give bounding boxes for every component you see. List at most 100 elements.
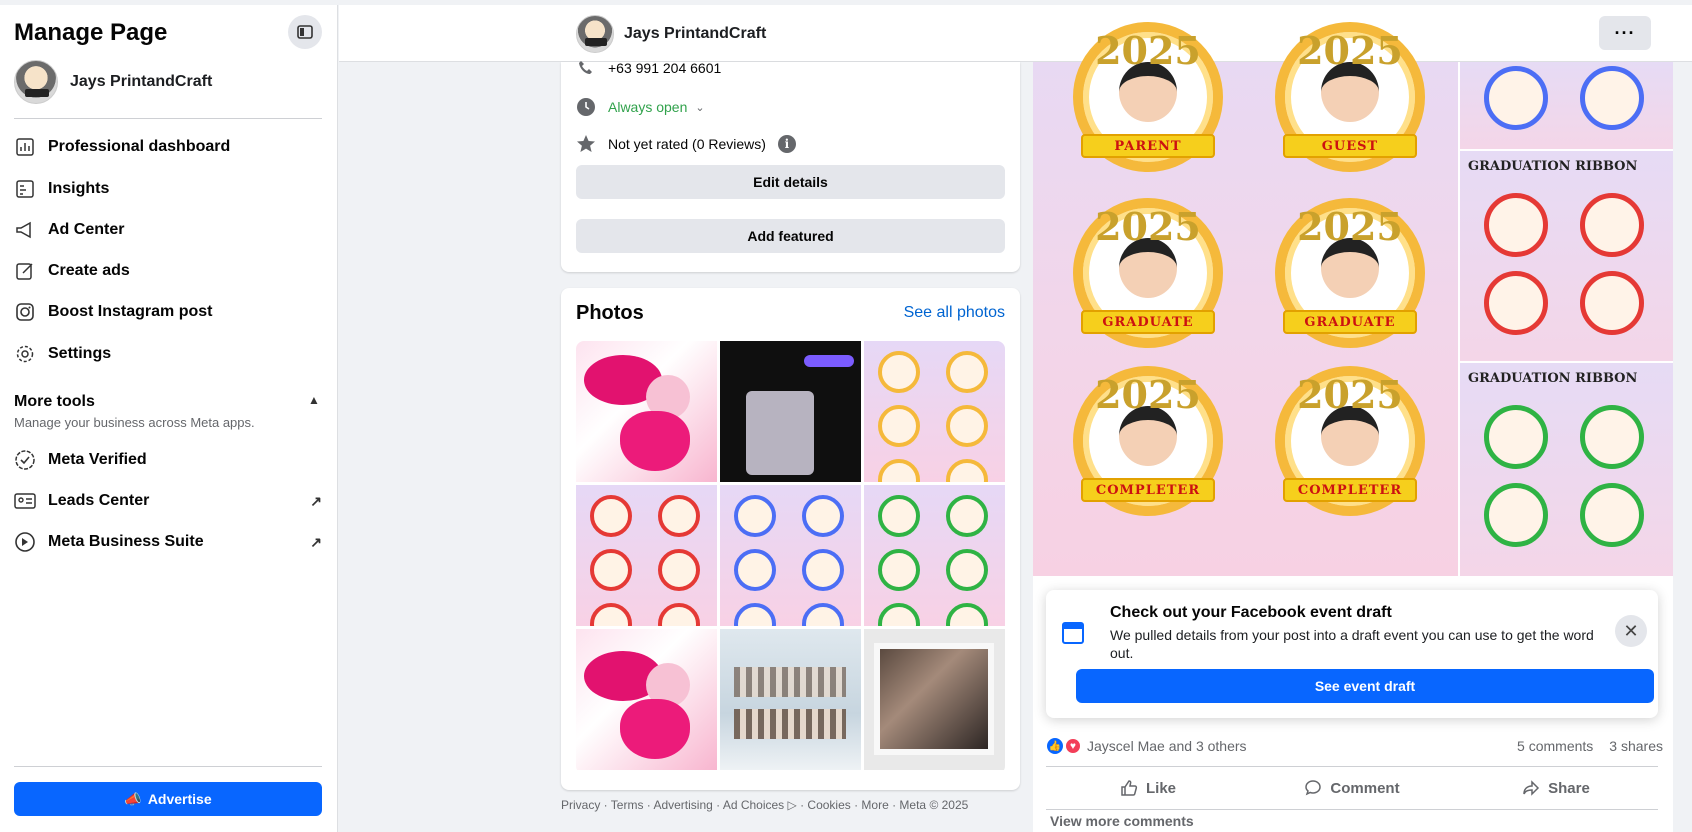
comment-icon xyxy=(1305,780,1322,796)
phone-number: +63 991 204 6601 xyxy=(608,60,722,76)
like-button[interactable]: Like xyxy=(1046,767,1250,809)
sidebar-item-insights[interactable]: Insights xyxy=(14,178,322,200)
reactions-summary[interactable]: 👍 ♥ Jayscel Mae and 3 others xyxy=(1047,738,1247,754)
badge-sheet-image: 2025 PARENT 2025 GUEST 2025 GRADUATE 2025 GR… xyxy=(1033,22,1458,576)
insights-icon xyxy=(14,178,36,200)
sidebar-item-meta-verified[interactable]: Meta Verified xyxy=(14,449,322,471)
header-page-link[interactable]: Jays PrintandCraft xyxy=(576,15,766,53)
more-tools-subtitle: Manage your business across Meta apps. xyxy=(14,415,255,430)
sidebar-item-settings[interactable]: Settings xyxy=(14,343,322,365)
tile-caption: GRADUATION RIBBON xyxy=(1468,159,1638,174)
sidebar-item-create-ads[interactable]: Create ads xyxy=(14,260,322,282)
hours-status: Always open xyxy=(608,99,688,115)
dashboard-icon xyxy=(14,136,36,158)
rating-row: Not yet rated (0 Reviews) i xyxy=(576,134,796,154)
hours-row[interactable]: Always open ⌄ xyxy=(576,97,705,117)
post: 2025 PARENT 2025 GUEST 2025 GRADUATE 2025 GR… xyxy=(1033,22,1673,832)
chevron-up-icon[interactable]: ▲ xyxy=(308,393,320,407)
megaphone-icon xyxy=(14,219,36,241)
event-description: We pulled details from your post into a … xyxy=(1110,627,1594,661)
photo-thumbnail[interactable] xyxy=(576,629,717,770)
close-icon[interactable]: ✕ xyxy=(1615,615,1647,647)
phone-icon xyxy=(576,58,596,78)
sidebar-item-boost-instagram[interactable]: Boost Instagram post xyxy=(14,301,322,323)
shares-count[interactable]: 3 shares xyxy=(1609,738,1663,754)
comment-button[interactable]: Comment xyxy=(1250,767,1454,809)
footer-links[interactable]: Privacy · Terms · Advertising · Ad Choic… xyxy=(561,798,968,812)
photo-thumbnail[interactable] xyxy=(576,485,717,626)
post-stats: 5 comments 3 shares xyxy=(1517,738,1663,754)
sidebar-item-label: Meta Verified xyxy=(48,451,147,468)
rating-text: Not yet rated (0 Reviews) xyxy=(608,136,766,152)
sidebar-item-leads-center[interactable]: Leads Center ↗ xyxy=(14,490,322,512)
add-featured-button[interactable]: Add featured xyxy=(576,219,1005,253)
comments-count[interactable]: 5 comments xyxy=(1517,738,1593,754)
sidebar-item-professional-dashboard[interactable]: Professional dashboard xyxy=(14,136,322,158)
sidebar-item-label: Ad Center xyxy=(48,221,125,238)
sidebar: Manage Page Jays PrintandCraft Professio… xyxy=(0,5,338,832)
see-all-photos-link[interactable]: See all photos xyxy=(904,304,1005,322)
more-tools-heading[interactable]: More tools xyxy=(14,393,95,411)
sidebar-item-label: Meta Business Suite xyxy=(48,533,204,550)
external-link-icon: ↗ xyxy=(310,492,322,509)
photo-thumbnail[interactable] xyxy=(720,341,861,482)
page-avatar xyxy=(14,60,58,104)
share-label: Share xyxy=(1548,779,1590,797)
photo-thumbnail[interactable] xyxy=(864,485,1005,626)
star-icon xyxy=(576,134,596,154)
advertise-button[interactable]: 📣 Advertise xyxy=(14,782,322,816)
business-suite-icon xyxy=(14,531,36,553)
tile-caption: GRADUATION RIBBON xyxy=(1468,371,1638,386)
see-event-draft-button[interactable]: See event draft xyxy=(1076,669,1654,703)
photo-grid xyxy=(576,341,1005,774)
contact-card-icon xyxy=(14,490,36,512)
advertise-label: Advertise xyxy=(147,791,212,807)
page-header: Jays PrintandCraft ··· xyxy=(339,5,1692,62)
divider xyxy=(14,766,322,767)
collage-right-column: GRADUATION RIBBON GRADUATION RIBBON xyxy=(1460,62,1673,576)
like-reaction-icon: 👍 xyxy=(1047,738,1063,754)
thumbs-up-icon xyxy=(1121,780,1138,796)
view-more-comments-link[interactable]: View more comments xyxy=(1050,813,1194,829)
sidebar-page-link[interactable]: Jays PrintandCraft xyxy=(14,60,212,104)
comment-label: Comment xyxy=(1330,779,1400,797)
photos-title: Photos xyxy=(576,302,644,324)
calendar-icon xyxy=(1062,622,1084,644)
reactions-text: Jayscel Mae and 3 others xyxy=(1087,738,1247,754)
red-ribbon-tile: GRADUATION RIBBON xyxy=(1460,151,1673,361)
intro-card: +63 991 204 6601 Always open ⌄ Not yet r… xyxy=(561,60,1020,272)
photo-thumbnail[interactable] xyxy=(720,629,861,770)
sidebar-item-label: Boost Instagram post xyxy=(48,303,213,320)
photo-thumbnail[interactable] xyxy=(864,629,1005,770)
sidebar-item-meta-business-suite[interactable]: Meta Business Suite ↗ xyxy=(14,531,322,553)
photo-thumbnail[interactable] xyxy=(720,485,861,626)
share-button[interactable]: Share xyxy=(1454,767,1658,809)
green-ribbon-tile: GRADUATION RIBBON xyxy=(1460,363,1673,576)
photo-thumbnail[interactable] xyxy=(864,341,1005,482)
header-page-name: Jays PrintandCraft xyxy=(624,25,767,42)
collapse-sidebar-button[interactable] xyxy=(288,15,322,49)
photo-thumbnail[interactable] xyxy=(576,341,717,482)
post-actions: Like Comment Share xyxy=(1046,766,1658,810)
phone-row: +63 991 204 6601 xyxy=(576,58,721,78)
sidebar-item-label: Settings xyxy=(48,345,112,362)
sidebar-item-label: Create ads xyxy=(48,262,130,279)
sidebar-item-label: Professional dashboard xyxy=(48,138,231,155)
clock-icon xyxy=(576,97,596,117)
pencil-icon xyxy=(14,260,36,282)
sidebar-item-label: Leads Center xyxy=(48,492,150,509)
blue-ribbon-tile xyxy=(1460,62,1673,149)
post-image-collage[interactable]: 2025 PARENT 2025 GUEST 2025 GRADUATE 2025 GR… xyxy=(1033,22,1673,576)
megaphone-icon: 📣 xyxy=(124,790,142,807)
photos-card: Photos See all photos xyxy=(561,288,1020,790)
divider xyxy=(14,118,322,119)
verified-badge-icon xyxy=(14,449,36,471)
love-reaction-icon: ♥ xyxy=(1065,738,1081,754)
more-options-button[interactable]: ··· xyxy=(1599,16,1651,50)
sidebar-toggle-icon xyxy=(297,25,313,39)
edit-details-button[interactable]: Edit details xyxy=(576,165,1005,199)
share-icon xyxy=(1523,780,1540,796)
info-icon[interactable]: i xyxy=(777,135,796,153)
sidebar-item-ad-center[interactable]: Ad Center xyxy=(14,219,322,241)
sidebar-page-name: Jays PrintandCraft xyxy=(70,73,213,90)
